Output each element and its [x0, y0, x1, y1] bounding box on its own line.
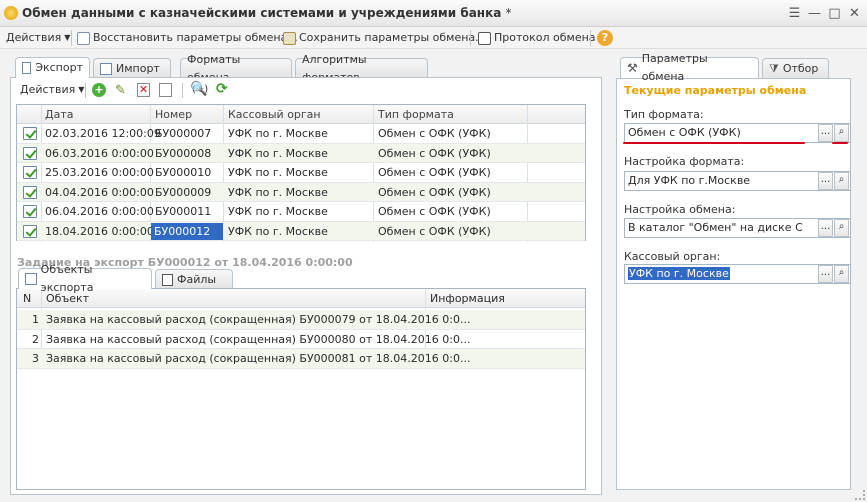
dropdown-arrow-icon: ▼	[64, 33, 71, 42]
title-bar: Обмен данными с казначейскими системами …	[0, 0, 867, 27]
restore-params-button[interactable]: Восстановить параметры обмена...	[77, 30, 298, 46]
table-row[interactable]: 02.03.2016 12:00:09 БУ000007 УФК по г. М…	[17, 124, 585, 144]
table-row[interactable]: 2 Заявка на кассовый расход (сокращенная…	[17, 330, 585, 349]
exchange-setting-search-icon[interactable]: ⌕	[834, 219, 849, 237]
format-type-choose-button[interactable]: ...	[818, 124, 833, 142]
tab-formats[interactable]: Форматы обмена	[180, 53, 292, 84]
column-header-number[interactable]: Номер	[155, 108, 192, 121]
column-header-format[interactable]: Тип формата	[378, 108, 454, 121]
save-params-button[interactable]: Сохранить параметры обмена...	[283, 30, 486, 46]
format-setting-choose-button[interactable]: ...	[818, 172, 833, 190]
cash-org-choose-button[interactable]: ...	[818, 265, 833, 283]
help-icon: ?	[597, 30, 613, 46]
filter-icon: ⧩	[769, 61, 779, 75]
app-icon	[4, 6, 18, 20]
document-icon	[23, 166, 37, 179]
table-row[interactable]: 1 Заявка на кассовый расход (сокращенная…	[17, 310, 585, 330]
table-row-selected[interactable]: 18.04.2016 0:00:00 БУ000012 УФК по г. Мо…	[17, 221, 585, 241]
add-icon[interactable]: +	[92, 83, 106, 97]
tab-filter[interactable]: ⧩ Отбор	[762, 58, 829, 78]
column-header-org[interactable]: Кассовый орган	[228, 108, 321, 121]
tab-exchange-params[interactable]: ⚒ Параметры обмена	[620, 52, 759, 83]
underline-annotation	[623, 142, 805, 144]
protocol-icon	[478, 31, 491, 45]
resize-grip[interactable]	[855, 490, 865, 500]
exchange-setting-field[interactable]: В каталог "Обмен" на диске С	[624, 218, 851, 238]
objects-table: N Объект Информация 1 Заявка на кассовый…	[16, 288, 586, 490]
document-icon	[23, 205, 37, 218]
document-icon	[23, 185, 37, 199]
table-row[interactable]: 04.04.2016 0:00:00 БУ000009 УФК по г. Мо…	[17, 182, 585, 202]
column-header-n[interactable]: N	[23, 292, 31, 305]
refresh-icon[interactable]: ⟳	[216, 81, 228, 97]
dropdown-arrow-icon: ▼	[78, 85, 85, 94]
objects-icon	[25, 273, 37, 285]
cash-org-search-icon[interactable]: ⌕	[834, 265, 849, 283]
document-icon	[23, 146, 37, 160]
format-type-search-icon[interactable]: ⌕	[834, 124, 849, 142]
format-setting-label: Настройка формата:	[624, 155, 745, 168]
toolbar-divider	[71, 30, 72, 46]
cash-org-label: Кассовый орган:	[624, 250, 721, 263]
document-icon	[23, 127, 37, 140]
delete-icon[interactable]: ✕	[137, 83, 150, 97]
file-icon	[162, 273, 173, 286]
table-row[interactable]: 3 Заявка на кассовый расход (сокращенная…	[17, 349, 585, 369]
exchange-setting-label: Настройка обмена:	[624, 203, 736, 216]
save-icon	[283, 31, 296, 45]
toolbar-divider	[470, 30, 471, 46]
export-table: Дата Номер Кассовый орган Тип формата 02…	[16, 104, 586, 242]
tab-files[interactable]: Файлы	[155, 269, 233, 289]
import-icon	[100, 62, 112, 75]
format-type-label: Тип формата:	[624, 108, 704, 121]
tools-icon: ⚒	[627, 61, 638, 75]
help-button[interactable]: ?	[597, 30, 613, 46]
tab-import[interactable]: Импорт	[93, 58, 171, 78]
format-setting-field[interactable]: Для УФК по г.Москве	[624, 171, 851, 191]
edit-icon[interactable]: ✎	[115, 83, 126, 98]
column-header-info[interactable]: Информация	[430, 292, 505, 305]
underline-annotation	[832, 142, 848, 144]
exchange-params-panel: Текущие параметры обмена Тип формата: Об…	[616, 78, 851, 490]
tab-export[interactable]: Экспорт	[15, 57, 90, 78]
inner-actions-menu-button[interactable]: Действия ▼	[20, 82, 84, 98]
search-list-icon[interactable]: 🔍	[190, 81, 207, 97]
actions-menu-button[interactable]: Действия ▼	[6, 30, 70, 46]
format-type-field[interactable]: Обмен с ОФК (УФК)	[624, 123, 851, 143]
protocol-button[interactable]: Протокол обмена	[478, 30, 596, 46]
format-setting-search-icon[interactable]: ⌕	[834, 172, 849, 190]
toolbar-divider	[85, 83, 86, 98]
tab-format-algorithms[interactable]: Алгоритмы форматов	[295, 53, 428, 84]
table-row[interactable]: 25.03.2016 0:00:00 БУ000010 УФК по г. Мо…	[17, 163, 585, 183]
export-icon	[22, 62, 32, 74]
table-row[interactable]: 06.03.2016 0:00:00 БУ000008 УФК по г. Мо…	[17, 143, 585, 163]
table-header: Дата Номер Кассовый орган Тип формата	[17, 105, 585, 124]
table-row[interactable]: 06.04.2016 0:00:00 БУ000011 УФК по г. Мо…	[17, 202, 585, 222]
menu-icon[interactable]: ☰	[786, 5, 803, 22]
maximize-icon[interactable]: □	[826, 5, 843, 22]
restore-icon	[77, 31, 90, 45]
main-toolbar: Действия ▼ Восстановить параметры обмена.…	[0, 27, 867, 49]
exchange-setting-choose-button[interactable]: ...	[818, 219, 833, 237]
minimize-icon[interactable]: —	[806, 5, 823, 22]
filter-icon[interactable]	[159, 83, 172, 97]
document-icon	[23, 224, 37, 238]
column-header-date[interactable]: Дата	[45, 108, 73, 121]
close-icon[interactable]: ✕	[846, 5, 863, 22]
tab-export-objects[interactable]: Объекты экспорта	[18, 263, 152, 294]
window-title: Обмен данными с казначейскими системами …	[22, 6, 512, 20]
cash-org-field[interactable]: УФК по г. Москве	[624, 264, 851, 284]
toolbar-divider	[182, 83, 183, 98]
toolbar-divider	[590, 30, 591, 46]
